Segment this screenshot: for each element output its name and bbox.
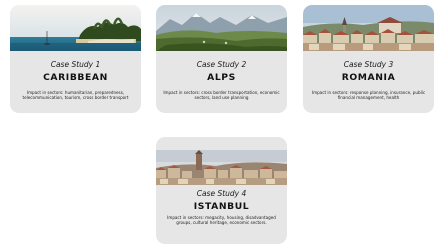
case-study-label: Case Study 3: [343, 60, 394, 69]
case-study-card-caribbean[interactable]: Case Study 1 CARIBBEAN Impact in sectors…: [10, 5, 141, 113]
case-study-description: Impact in sectors: megacity, housing, di…: [167, 215, 276, 226]
alpine-mountain-valley-photo: [156, 5, 287, 51]
case-study-card-romania[interactable]: Case Study 3 ROMANIA Impact in sectors: …: [303, 5, 434, 113]
case-study-label: Case Study 1: [50, 60, 101, 69]
case-study-description: Impact in sectors: cross border transpor…: [163, 90, 280, 101]
case-study-description: Impact in sectors: response planning, in…: [311, 90, 426, 101]
case-study-card-alps[interactable]: Case Study 2 ALPS Impact in sectors: cro…: [156, 5, 287, 113]
case-study-title: ROMANIA: [341, 72, 396, 83]
case-study-label: Case Study 4: [196, 189, 247, 198]
case-study-description: Impact in sectors: humanitarian, prepare…: [22, 90, 129, 101]
istanbul-skyline-photo: [156, 150, 287, 185]
romanian-hilltown-photo: [303, 5, 434, 51]
case-study-title: ALPS: [207, 72, 236, 83]
tropical-island-beach-photo: [10, 5, 141, 51]
case-study-label: Case Study 2: [196, 60, 247, 69]
case-study-card-istanbul[interactable]: Case Study 4 ISTANBUL Impact in sectors:…: [156, 137, 287, 244]
case-study-title: CARIBBEAN: [43, 72, 108, 83]
case-study-title: ISTANBUL: [193, 201, 250, 212]
